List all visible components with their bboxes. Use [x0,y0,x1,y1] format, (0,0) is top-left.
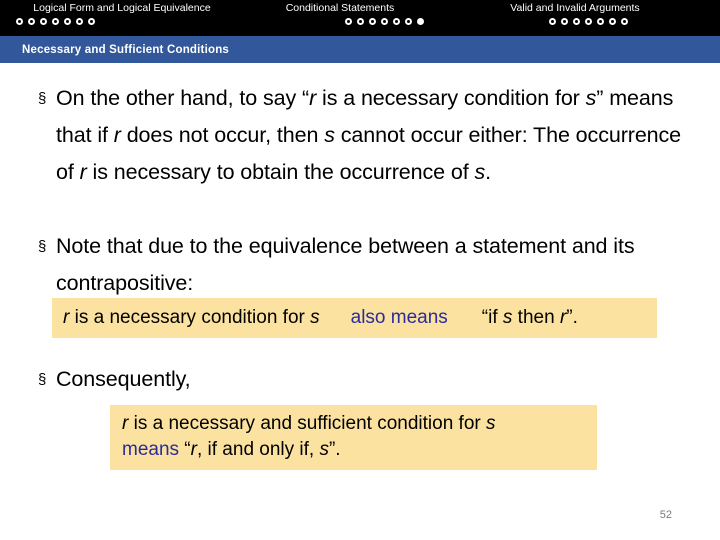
nav-section-conditional-statements[interactable]: Conditional Statements [240,2,440,25]
nav-dot-icon[interactable] [609,18,616,25]
nav-dot-icon[interactable] [28,18,35,25]
nav-dot-icon[interactable] [597,18,604,25]
highlight-statement-left: r is a necessary condition for s [63,307,320,328]
nav-dot-active-icon[interactable] [417,18,424,25]
nav-dot-icon[interactable] [585,18,592,25]
nav-dot-icon[interactable] [573,18,580,25]
bullet-text: Note that due to the equivalence between… [56,234,635,295]
page-title: Necessary and Sufficient Conditions [22,43,230,56]
nav-dot-icon[interactable] [393,18,400,25]
nav-section-label: Conditional Statements [285,2,395,14]
bullet-item: § Note that due to the equivalence betwe… [38,228,658,302]
nav-dot-icon[interactable] [621,18,628,25]
top-navigation-bar: Logical Form and Logical Equivalence Con… [0,0,720,36]
nav-dot-icon[interactable] [549,18,556,25]
nav-dot-icon[interactable] [40,18,47,25]
nav-dot-icon[interactable] [357,18,364,25]
bullet-item: § Consequently, [38,361,438,398]
bullet-text: On the other hand, to say “r is a necess… [56,86,682,184]
nav-dot-icon[interactable] [52,18,59,25]
nav-dot-icon[interactable] [369,18,376,25]
nav-section-logical-form[interactable]: Logical Form and Logical Equivalence [4,2,240,25]
slide-content: § On the other hand, to say “r is a nece… [0,63,720,540]
nav-section-valid-invalid-arguments[interactable]: Valid and Invalid Arguments [440,2,710,25]
bullet-text: Consequently, [56,367,191,391]
highlight-box-necessary-and-sufficient: r is a necessary and sufficient conditio… [110,405,597,470]
nav-dot-icon[interactable] [345,18,352,25]
nav-section-dots[interactable] [16,18,95,25]
slide-title-bar: Necessary and Sufficient Conditions [0,36,720,63]
nav-dot-icon[interactable] [64,18,71,25]
nav-section-dots[interactable] [549,18,628,25]
highlight-line-1: r is a necessary and sufficient conditio… [122,413,496,434]
nav-section-label: Valid and Invalid Arguments [510,2,640,14]
bullet-marker-icon: § [38,90,47,107]
highlight-box-necessary-condition: r is a necessary condition for s also me… [52,298,657,338]
nav-dot-icon[interactable] [16,18,23,25]
bullet-marker-icon: § [38,371,47,388]
nav-dot-icon[interactable] [88,18,95,25]
nav-dot-icon[interactable] [76,18,83,25]
bullet-marker-icon: § [38,238,47,255]
nav-dot-icon[interactable] [381,18,388,25]
nav-dot-icon[interactable] [561,18,568,25]
bullet-item: § On the other hand, to say “r is a nece… [38,80,688,191]
highlight-statement-right: “if s then r”. [481,307,578,328]
highlight-line-2: means “r, if and only if, s”. [122,439,341,460]
highlight-connector-also-means: also means [350,307,448,328]
nav-dot-icon[interactable] [405,18,412,25]
page-number: 52 [659,509,672,521]
nav-section-label: Logical Form and Logical Equivalence [33,2,211,14]
nav-section-dots[interactable] [345,18,424,25]
